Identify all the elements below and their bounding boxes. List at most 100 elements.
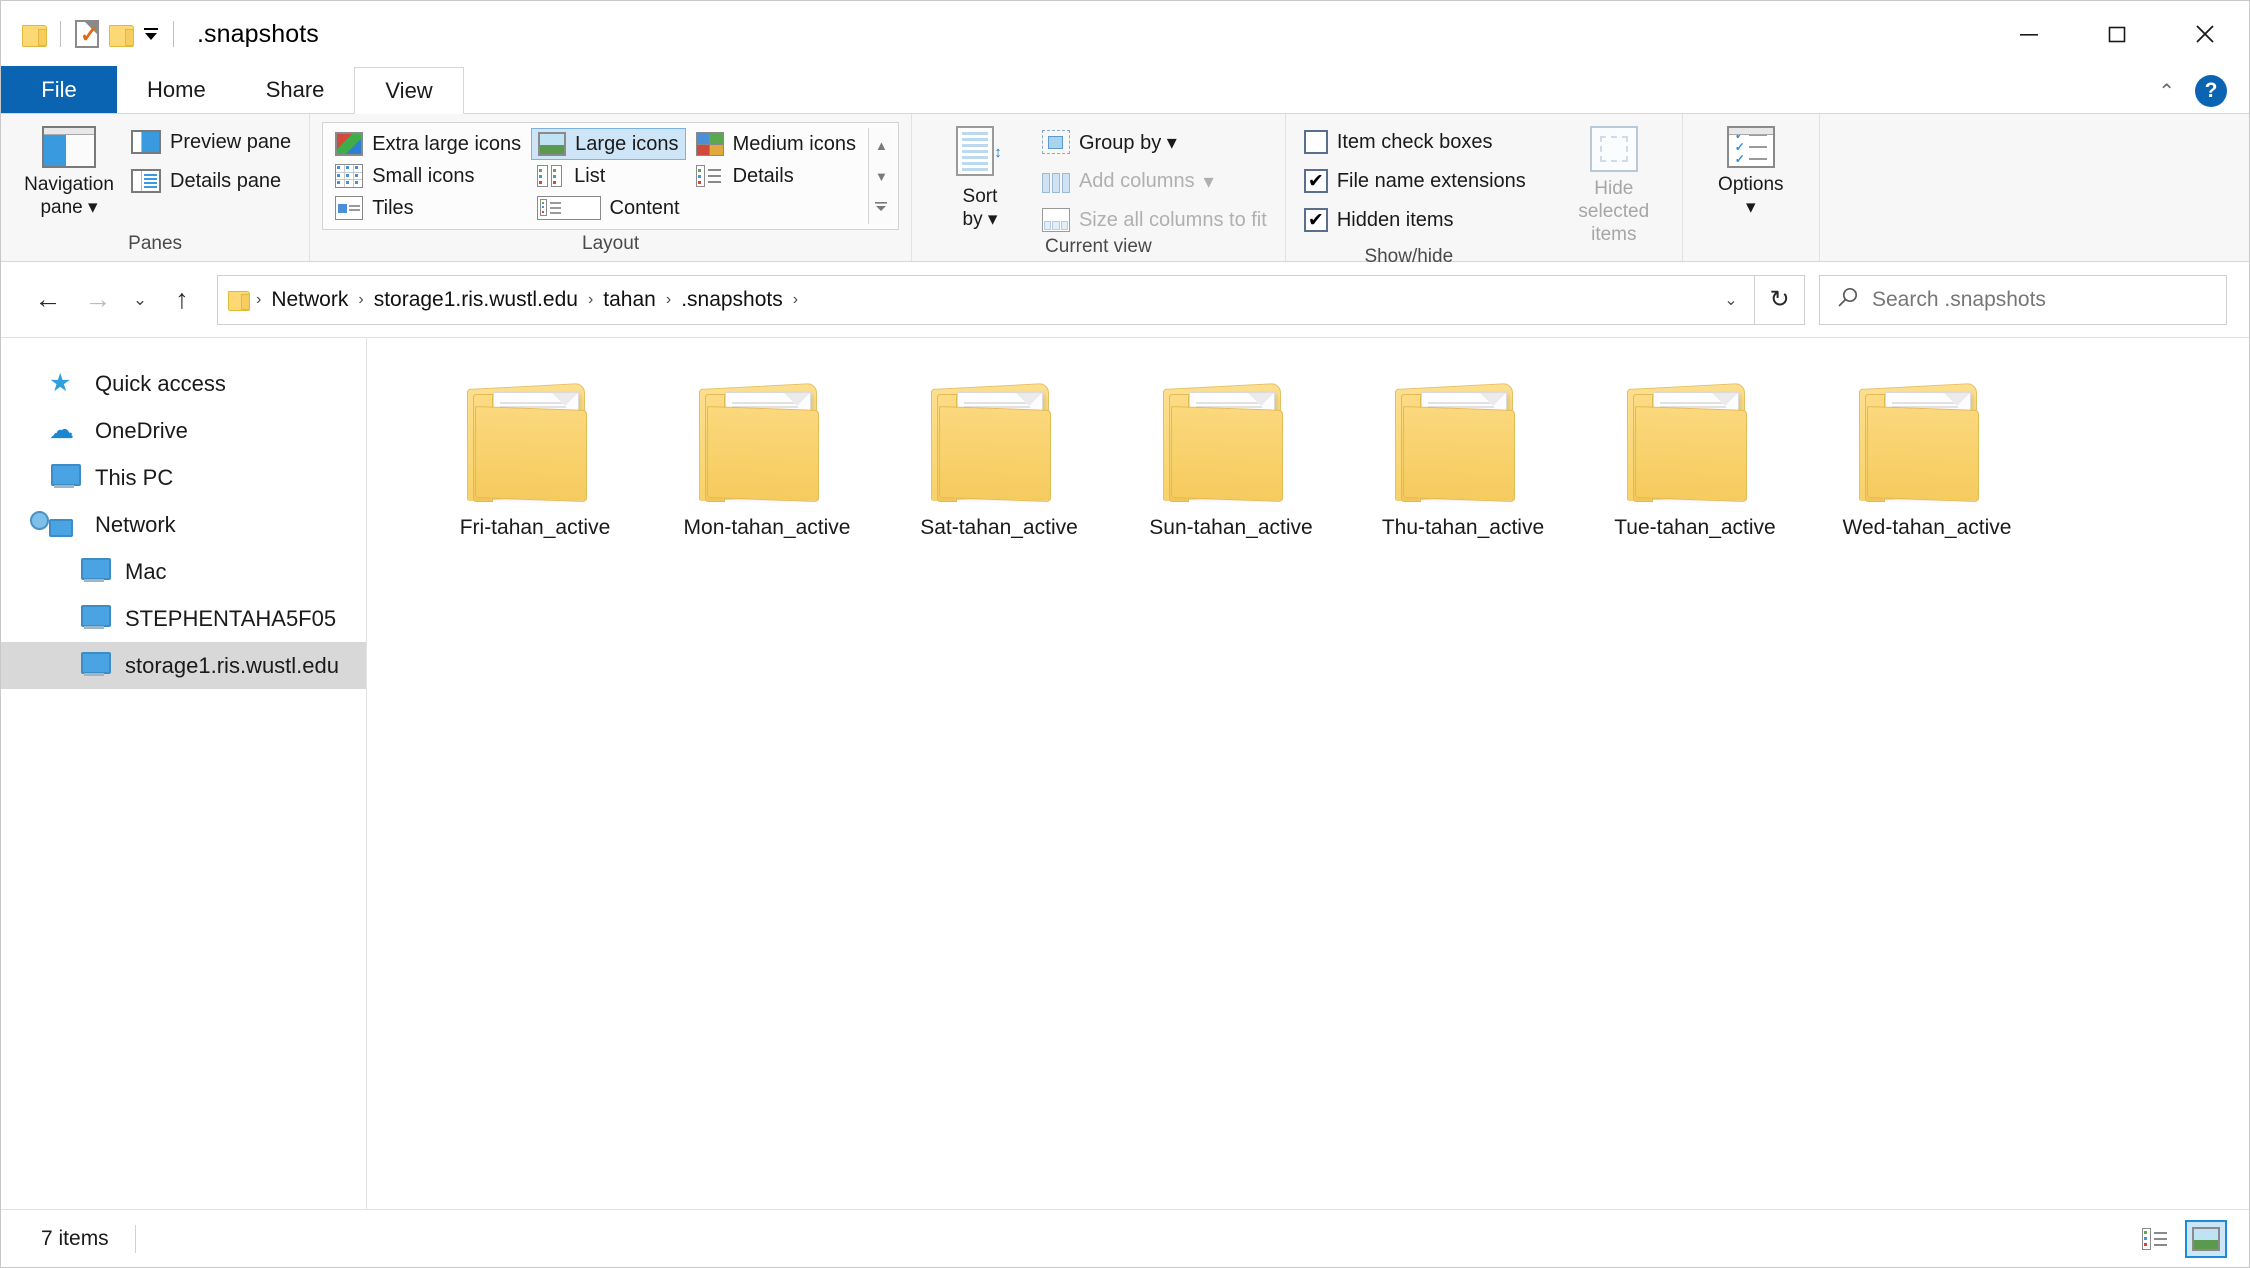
search-box[interactable]: Search .snapshots	[1819, 274, 2227, 325]
size-all-columns-button: Size all columns to fit	[1036, 204, 1273, 236]
details-pane-button[interactable]: Details pane	[125, 165, 297, 197]
folder-item[interactable]: Sat-tahan_active	[883, 374, 1115, 604]
tiles-view-button[interactable]: Tiles	[329, 192, 527, 224]
customize-caret-icon[interactable]	[138, 17, 164, 51]
folder-item[interactable]: Fri-tahan_active	[419, 374, 651, 604]
breadcrumb-tahan[interactable]: tahan	[595, 288, 664, 312]
breadcrumb-sep-1[interactable]: ›	[356, 291, 365, 309]
folder-icon	[1853, 378, 2001, 504]
sidebar-item-network[interactable]: Network	[1, 501, 366, 548]
back-button[interactable]: ←	[23, 275, 73, 325]
navigation-pane-icon	[42, 126, 96, 168]
content-view-button[interactable]: Content	[531, 192, 685, 224]
item-check-boxes-label: Item check boxes	[1336, 130, 1493, 153]
large-icons-view-toggle[interactable]	[2185, 1219, 2227, 1258]
small-icons-button[interactable]: Small icons	[329, 160, 527, 192]
navigation-pane-button[interactable]: Navigation pane ▾	[13, 122, 125, 219]
close-button[interactable]	[2161, 1, 2249, 67]
folder-item[interactable]: Wed-tahan_active	[1811, 374, 2043, 604]
folder-item-label: Tue-tahan_active	[1614, 516, 1776, 539]
small-icons-label: Small icons	[372, 164, 475, 187]
ribbon-group-layout: Extra large icons Large icons Medium ico…	[310, 114, 912, 261]
folder-icon	[1157, 378, 1305, 504]
file-name-extensions-option[interactable]: ✔ File name extensions	[1298, 165, 1532, 197]
extra-large-icons-button[interactable]: Extra large icons	[329, 128, 527, 160]
folder-item-label: Mon-tahan_active	[683, 516, 851, 539]
details-pane-label: Details pane	[170, 169, 282, 192]
sidebar-item-this-pc[interactable]: This PC	[1, 454, 366, 501]
breadcrumb-sep-4[interactable]: ›	[791, 291, 800, 309]
sidebar-item-mac-label: Mac	[125, 558, 167, 584]
layout-scroll-more-icon[interactable]	[869, 192, 894, 222]
address-dropdown-icon[interactable]: ⌄	[1712, 290, 1750, 310]
layout-scroll-up-icon[interactable]: ▲	[869, 130, 894, 160]
group-by-button[interactable]: Group by ▾	[1036, 126, 1273, 158]
folder-item[interactable]: Thu-tahan_active	[1347, 374, 1579, 604]
address-bar[interactable]: › Network › storage1.ris.wustl.edu › tah…	[217, 274, 1755, 325]
sidebar-item-stephentaha5f05[interactable]: STEPHENTAHA5F05	[1, 595, 366, 642]
help-icon[interactable]: ?	[2195, 75, 2227, 107]
folder-icon	[1621, 378, 1769, 504]
small-icons-icon	[335, 164, 364, 188]
breadcrumb-storage1[interactable]: storage1.ris.wustl.edu	[366, 288, 586, 312]
panes-group-label: Panes	[128, 233, 183, 254]
show-hide-checkboxes: Item check boxes ✔ File name extensions …	[1298, 122, 1558, 236]
details-view-toggle[interactable]	[2135, 1220, 2177, 1258]
current-view-group-label: Current view	[1045, 236, 1152, 257]
item-check-boxes-checkbox[interactable]	[1303, 130, 1328, 154]
sidebar-item-storage1[interactable]: storage1.ris.wustl.edu	[1, 642, 366, 689]
hidden-items-option[interactable]: ✔ Hidden items	[1298, 204, 1532, 236]
folder-item[interactable]: Sun-tahan_active	[1115, 374, 1347, 604]
folder-icon[interactable]	[17, 14, 51, 54]
collapse-ribbon-icon[interactable]: ⌃	[2158, 79, 2175, 104]
folder-item[interactable]: Tue-tahan_active	[1579, 374, 1811, 604]
large-icons-view-icon	[2192, 1226, 2220, 1251]
options-button[interactable]: ✓ ✓ ✓ Options ▾	[1695, 122, 1807, 219]
maximize-button[interactable]	[2073, 1, 2161, 67]
breadcrumb-network[interactable]: Network	[263, 288, 356, 312]
ribbon-group-show-hide: Item check boxes ✔ File name extensions …	[1286, 114, 1683, 267]
sidebar-item-onedrive[interactable]: ☁ OneDrive	[1, 407, 366, 454]
up-button[interactable]: ↑	[157, 275, 207, 325]
ribbon: Navigation pane ▾ Preview pane Details p…	[1, 114, 2249, 267]
medium-icons-button[interactable]: Medium icons	[690, 128, 862, 160]
tab-file[interactable]: File	[1, 66, 117, 113]
star-icon: ★	[49, 368, 72, 397]
file-list-view[interactable]: Fri-tahan_active Mon-tahan_active Sat-ta…	[367, 338, 2249, 1209]
tab-view[interactable]: View	[354, 67, 464, 114]
ribbon-controls: ⌃ ?	[2158, 75, 2249, 113]
large-icons-button[interactable]: Large icons	[531, 128, 686, 160]
breadcrumb-sep-2[interactable]: ›	[586, 291, 595, 309]
minimize-button[interactable]	[1985, 1, 2073, 67]
sidebar-item-onedrive-label: OneDrive	[95, 417, 188, 443]
sidebar-item-storage1-label: storage1.ris.wustl.edu	[125, 652, 339, 678]
layout-scroll-down-icon[interactable]: ▼	[869, 161, 894, 191]
sidebar-item-mac[interactable]: Mac	[1, 548, 366, 595]
file-name-extensions-checkbox[interactable]: ✔	[1303, 169, 1328, 193]
medium-icons-icon	[695, 132, 724, 156]
properties-icon[interactable]: ✓	[70, 14, 104, 54]
folder-item[interactable]: Mon-tahan_active	[651, 374, 883, 604]
search-input[interactable]: Search .snapshots	[1872, 288, 2046, 312]
layout-gallery-scrollbar[interactable]: ▲ ▼	[867, 128, 894, 224]
list-view-button[interactable]: List	[531, 160, 685, 192]
tab-share[interactable]: Share	[236, 66, 355, 113]
pc-icon	[49, 464, 79, 492]
details-view-button[interactable]: Details	[690, 160, 862, 192]
sidebar-item-quick-access[interactable]: ★ Quick access	[1, 360, 366, 407]
breadcrumb-sep-3[interactable]: ›	[664, 291, 673, 309]
sort-by-button[interactable]: ↕ Sort by ▾	[924, 122, 1036, 231]
preview-pane-button[interactable]: Preview pane	[125, 126, 297, 158]
layout-gallery: Extra large icons Large icons Medium ico…	[322, 122, 899, 230]
folder-icon	[925, 378, 1073, 504]
breadcrumb-snapshots[interactable]: .snapshots	[673, 288, 791, 312]
tab-home[interactable]: Home	[117, 66, 236, 113]
refresh-button[interactable]: ↻	[1755, 274, 1805, 325]
item-check-boxes-option[interactable]: Item check boxes	[1298, 126, 1532, 158]
recent-locations-button[interactable]: ⌄	[123, 275, 157, 325]
file-name-extensions-label: File name extensions	[1336, 169, 1526, 192]
cloud-icon: ☁	[49, 415, 74, 444]
new-folder-icon[interactable]	[104, 14, 138, 54]
preview-pane-icon	[131, 130, 161, 154]
hidden-items-checkbox[interactable]: ✔	[1303, 208, 1328, 232]
